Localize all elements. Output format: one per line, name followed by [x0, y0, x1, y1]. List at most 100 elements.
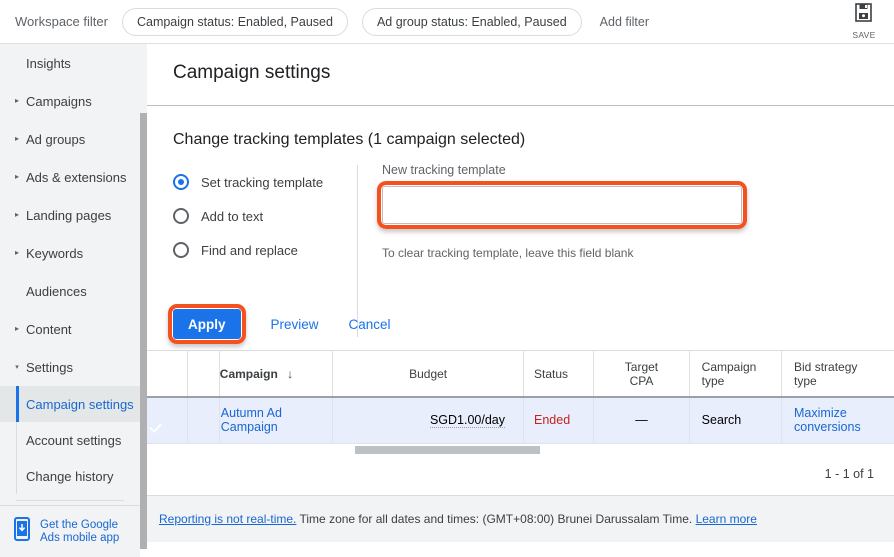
radio-add-to-text[interactable]: Add to text — [173, 199, 357, 233]
save-label: SAVE — [852, 30, 875, 40]
sidebar-item-ad-groups[interactable]: ▸ Ad groups — [0, 120, 140, 158]
cell-bid-strategy-type[interactable]: Maximize conversions — [782, 397, 894, 443]
sidebar-item-keywords[interactable]: ▸ Keywords — [0, 234, 140, 272]
workspace-filter-label: Workspace filter — [15, 14, 108, 29]
chevron-right-icon: ▸ — [12, 325, 22, 333]
budget-value[interactable]: SGD1.00/day — [430, 413, 505, 428]
campaigns-table: Campaign ↓ Budget Status Target CPA — [147, 351, 894, 496]
column-header-status[interactable]: Status — [524, 351, 594, 397]
chevron-right-icon: ▸ — [12, 211, 22, 219]
new-tracking-template-label: New tracking template — [382, 163, 894, 177]
filter-chip-campaign-status[interactable]: Campaign status: Enabled, Paused — [122, 8, 348, 36]
sidebar-item-campaigns[interactable]: ▸ Campaigns — [0, 82, 140, 120]
sidebar-item-landing-pages[interactable]: ▸ Landing pages — [0, 196, 140, 234]
floppy-disk-icon — [854, 2, 874, 29]
sidebar-item-label: Campaign settings — [26, 397, 134, 412]
radio-unselected-icon — [173, 208, 189, 224]
add-filter-button[interactable]: Add filter — [600, 15, 649, 29]
pagination-bar: 1 - 1 of 1 — [147, 454, 894, 496]
footer-timezone-text: Time zone for all dates and times: (GMT+… — [296, 512, 695, 526]
new-tracking-template-hint: To clear tracking template, leave this f… — [382, 246, 894, 260]
column-header-label: Budget — [409, 367, 447, 381]
radio-find-and-replace[interactable]: Find and replace — [173, 233, 357, 267]
panel-heading: Change tracking templates (1 campaign se… — [147, 106, 894, 149]
table-row[interactable]: Autumn Ad Campaign SGD1.00/day Ended — S… — [147, 397, 894, 443]
select-all-checkbox-cell[interactable] — [147, 351, 187, 397]
sidebar-item-label: Landing pages — [26, 208, 111, 223]
chevron-down-icon: ▾ — [12, 364, 22, 371]
chevron-right-icon: ▸ — [12, 97, 22, 105]
chevron-right-icon: ▸ — [12, 173, 22, 181]
radio-selected-icon — [173, 174, 189, 190]
radio-label: Add to text — [201, 209, 263, 224]
new-tracking-template-input[interactable] — [382, 186, 742, 224]
campaign-name-link[interactable]: Autumn Ad Campaign — [221, 406, 282, 434]
main-content-area: Campaign settings Change tracking templa… — [147, 44, 894, 557]
column-header-budget[interactable]: Budget — [333, 351, 524, 397]
sidebar-item-label: Account settings — [26, 433, 121, 448]
column-header-label: Campaign — [702, 360, 757, 374]
sidebar-item-audiences[interactable]: ▸ Audiences — [0, 272, 140, 310]
row-status-dot-cell — [187, 397, 219, 443]
sidebar-item-label: Ads & extensions — [26, 170, 126, 185]
cancel-button[interactable]: Cancel — [349, 317, 391, 332]
sidebar-item-label: Audiences — [26, 284, 87, 299]
reporting-footer-note: Reporting is not real-time. Time zone fo… — [147, 496, 894, 542]
sidebar-scrollbar-thumb[interactable] — [140, 113, 147, 549]
save-button[interactable]: SAVE — [844, 2, 884, 40]
sidebar-item-ads-and-extensions[interactable]: ▸ Ads & extensions — [0, 158, 140, 196]
page-title: Campaign settings — [147, 44, 894, 84]
get-mobile-app-link[interactable]: Get the Google Ads mobile app — [0, 505, 140, 557]
row-checkbox-cell[interactable] — [147, 397, 187, 443]
sidebar-item-settings[interactable]: ▾ Settings — [0, 348, 140, 386]
column-header-campaign[interactable]: Campaign ↓ — [219, 351, 332, 397]
left-navigation-sidebar: ▸ Insights ▸ Campaigns ▸ Ad groups ▸ Ads… — [0, 44, 140, 557]
table-horizontal-scrollbar-track[interactable] — [147, 444, 894, 454]
reporting-not-real-time-link[interactable]: Reporting is not real-time. — [159, 512, 296, 526]
sidebar-item-label: Keywords — [26, 246, 83, 261]
radio-label: Find and replace — [201, 243, 298, 258]
sidebar-item-label: Settings — [26, 360, 73, 375]
sidebar-item-account-settings[interactable]: Account settings — [0, 422, 140, 458]
column-header-target-cpa[interactable]: Target CPA — [594, 351, 689, 397]
sidebar-item-insights[interactable]: ▸ Insights — [0, 44, 140, 82]
radio-set-tracking-template[interactable]: Set tracking template — [173, 165, 357, 199]
learn-more-link[interactable]: Learn more — [696, 512, 757, 526]
column-header-label: Bid strategy — [794, 360, 857, 374]
chevron-right-icon: ▸ — [12, 135, 22, 143]
apply-button[interactable]: Apply — [173, 309, 241, 339]
pagination-range: 1 - 1 of 1 — [825, 467, 874, 481]
column-header-label: type — [794, 374, 817, 388]
cell-status: Ended — [524, 397, 594, 443]
panel-action-buttons: Apply Preview Cancel — [147, 298, 894, 350]
filter-chip-ad-group-status[interactable]: Ad group status: Enabled, Paused — [362, 8, 582, 36]
mobile-app-label: Get the Google Ads mobile app — [40, 519, 119, 545]
sidebar-item-label: Ad groups — [26, 132, 85, 147]
sidebar-item-content[interactable]: ▸ Content — [0, 310, 140, 348]
column-header-campaign-type[interactable]: Campaign type — [689, 351, 781, 397]
status-dot-header-cell — [187, 351, 219, 397]
sidebar-item-label: Change history — [26, 469, 113, 484]
cell-budget[interactable]: SGD1.00/day — [333, 397, 524, 443]
sidebar-item-label: Insights — [26, 56, 71, 71]
column-header-label: CPA — [630, 374, 654, 388]
column-header-bid-strategy-type[interactable]: Bid strategy type — [782, 351, 894, 397]
cell-target-cpa: — — [594, 397, 689, 443]
bid-strategy-link[interactable]: Maximize conversions — [794, 406, 861, 434]
column-header-label: Status — [534, 367, 568, 381]
sidebar-item-change-history[interactable]: Change history — [0, 458, 140, 494]
sort-descending-arrow-icon: ↓ — [287, 367, 293, 381]
sidebar-item-campaign-settings[interactable]: Campaign settings — [0, 386, 140, 422]
cell-campaign-name[interactable]: Autumn Ad Campaign — [219, 397, 332, 443]
sidebar-item-label: Campaigns — [26, 94, 92, 109]
table-horizontal-scrollbar-thumb[interactable] — [355, 446, 540, 454]
chevron-right-icon: ▸ — [12, 249, 22, 257]
radio-label: Set tracking template — [201, 175, 323, 190]
column-header-label: Target — [625, 360, 658, 374]
page-title-bar: Campaign settings — [147, 44, 894, 106]
status-badge: Ended — [534, 413, 570, 427]
sidebar-item-label: Content — [26, 322, 72, 337]
table-header-row: Campaign ↓ Budget Status Target CPA — [147, 351, 894, 397]
preview-button[interactable]: Preview — [271, 317, 319, 332]
workspace-filter-bar: Workspace filter Campaign status: Enable… — [0, 0, 894, 44]
